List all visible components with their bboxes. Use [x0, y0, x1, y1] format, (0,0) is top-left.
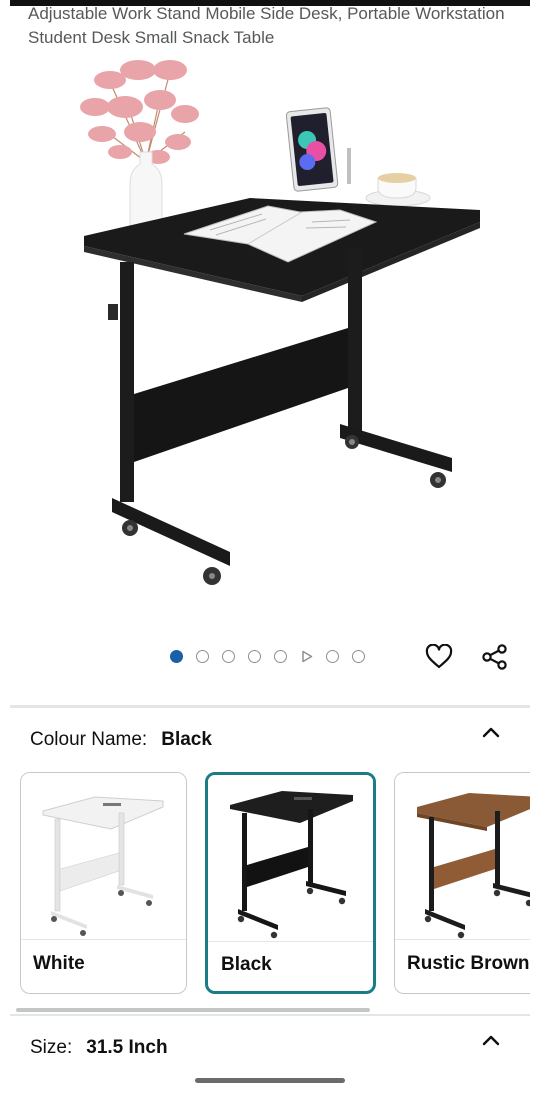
favorite-button[interactable] — [424, 642, 454, 672]
colour-selector-header[interactable]: Colour Name: Black — [30, 726, 510, 754]
share-icon — [482, 644, 507, 670]
product-title: Adjustable Work Stand Mobile Side Desk, … — [28, 4, 505, 47]
carousel-dot-7[interactable] — [326, 649, 339, 663]
swatch-rustic-brown[interactable]: Rustic Brown — [394, 772, 530, 994]
swatch-divider — [21, 939, 186, 940]
swatch-image — [208, 775, 373, 941]
size-label: Size: — [30, 1037, 73, 1058]
video-play-icon[interactable] — [300, 650, 313, 663]
swatch-label: Rustic Brown — [407, 953, 530, 974]
swatch-label: Black — [221, 954, 272, 975]
swatch-label: White — [33, 953, 85, 974]
carousel-dot-2[interactable] — [196, 649, 209, 663]
size-selected-value: 31.5 Inch — [86, 1037, 168, 1058]
swatch-divider — [395, 939, 530, 940]
swatch-divider — [208, 941, 373, 942]
carousel-dot-4[interactable] — [248, 649, 261, 663]
carousel-dot-8[interactable] — [352, 649, 365, 663]
carousel-dot-3[interactable] — [222, 649, 235, 663]
swatch-scrollbar[interactable] — [16, 1008, 370, 1012]
colour-collapse-button[interactable] — [479, 720, 503, 744]
swatch-image — [395, 773, 530, 939]
carousel-dot-1[interactable] — [170, 649, 183, 663]
size-selector-header[interactable]: Size: 31.5 Inch — [30, 1034, 510, 1062]
swatch-black[interactable]: Black — [205, 772, 376, 994]
chevron-up-icon — [482, 1035, 500, 1046]
home-indicator[interactable] — [195, 1078, 345, 1083]
swatch-white[interactable]: White — [20, 772, 187, 994]
share-button[interactable] — [480, 642, 510, 672]
section-divider — [10, 705, 530, 708]
desk-illustration — [80, 60, 480, 585]
section-divider — [10, 1014, 530, 1016]
status-bar-edge-left — [0, 0, 10, 6]
colour-swatch-list[interactable]: White Black Rustic Brown — [20, 772, 530, 996]
swatch-image — [21, 773, 186, 939]
product-main-image[interactable] — [40, 52, 500, 612]
chevron-up-icon — [482, 727, 500, 738]
image-carousel-indicators[interactable] — [170, 648, 365, 664]
size-collapse-button[interactable] — [479, 1028, 503, 1052]
colour-selected-value: Black — [161, 729, 212, 750]
status-bar-edge-right — [530, 0, 540, 6]
heart-icon — [425, 644, 453, 669]
carousel-dot-5[interactable] — [274, 649, 287, 663]
colour-label: Colour Name: — [30, 729, 148, 750]
